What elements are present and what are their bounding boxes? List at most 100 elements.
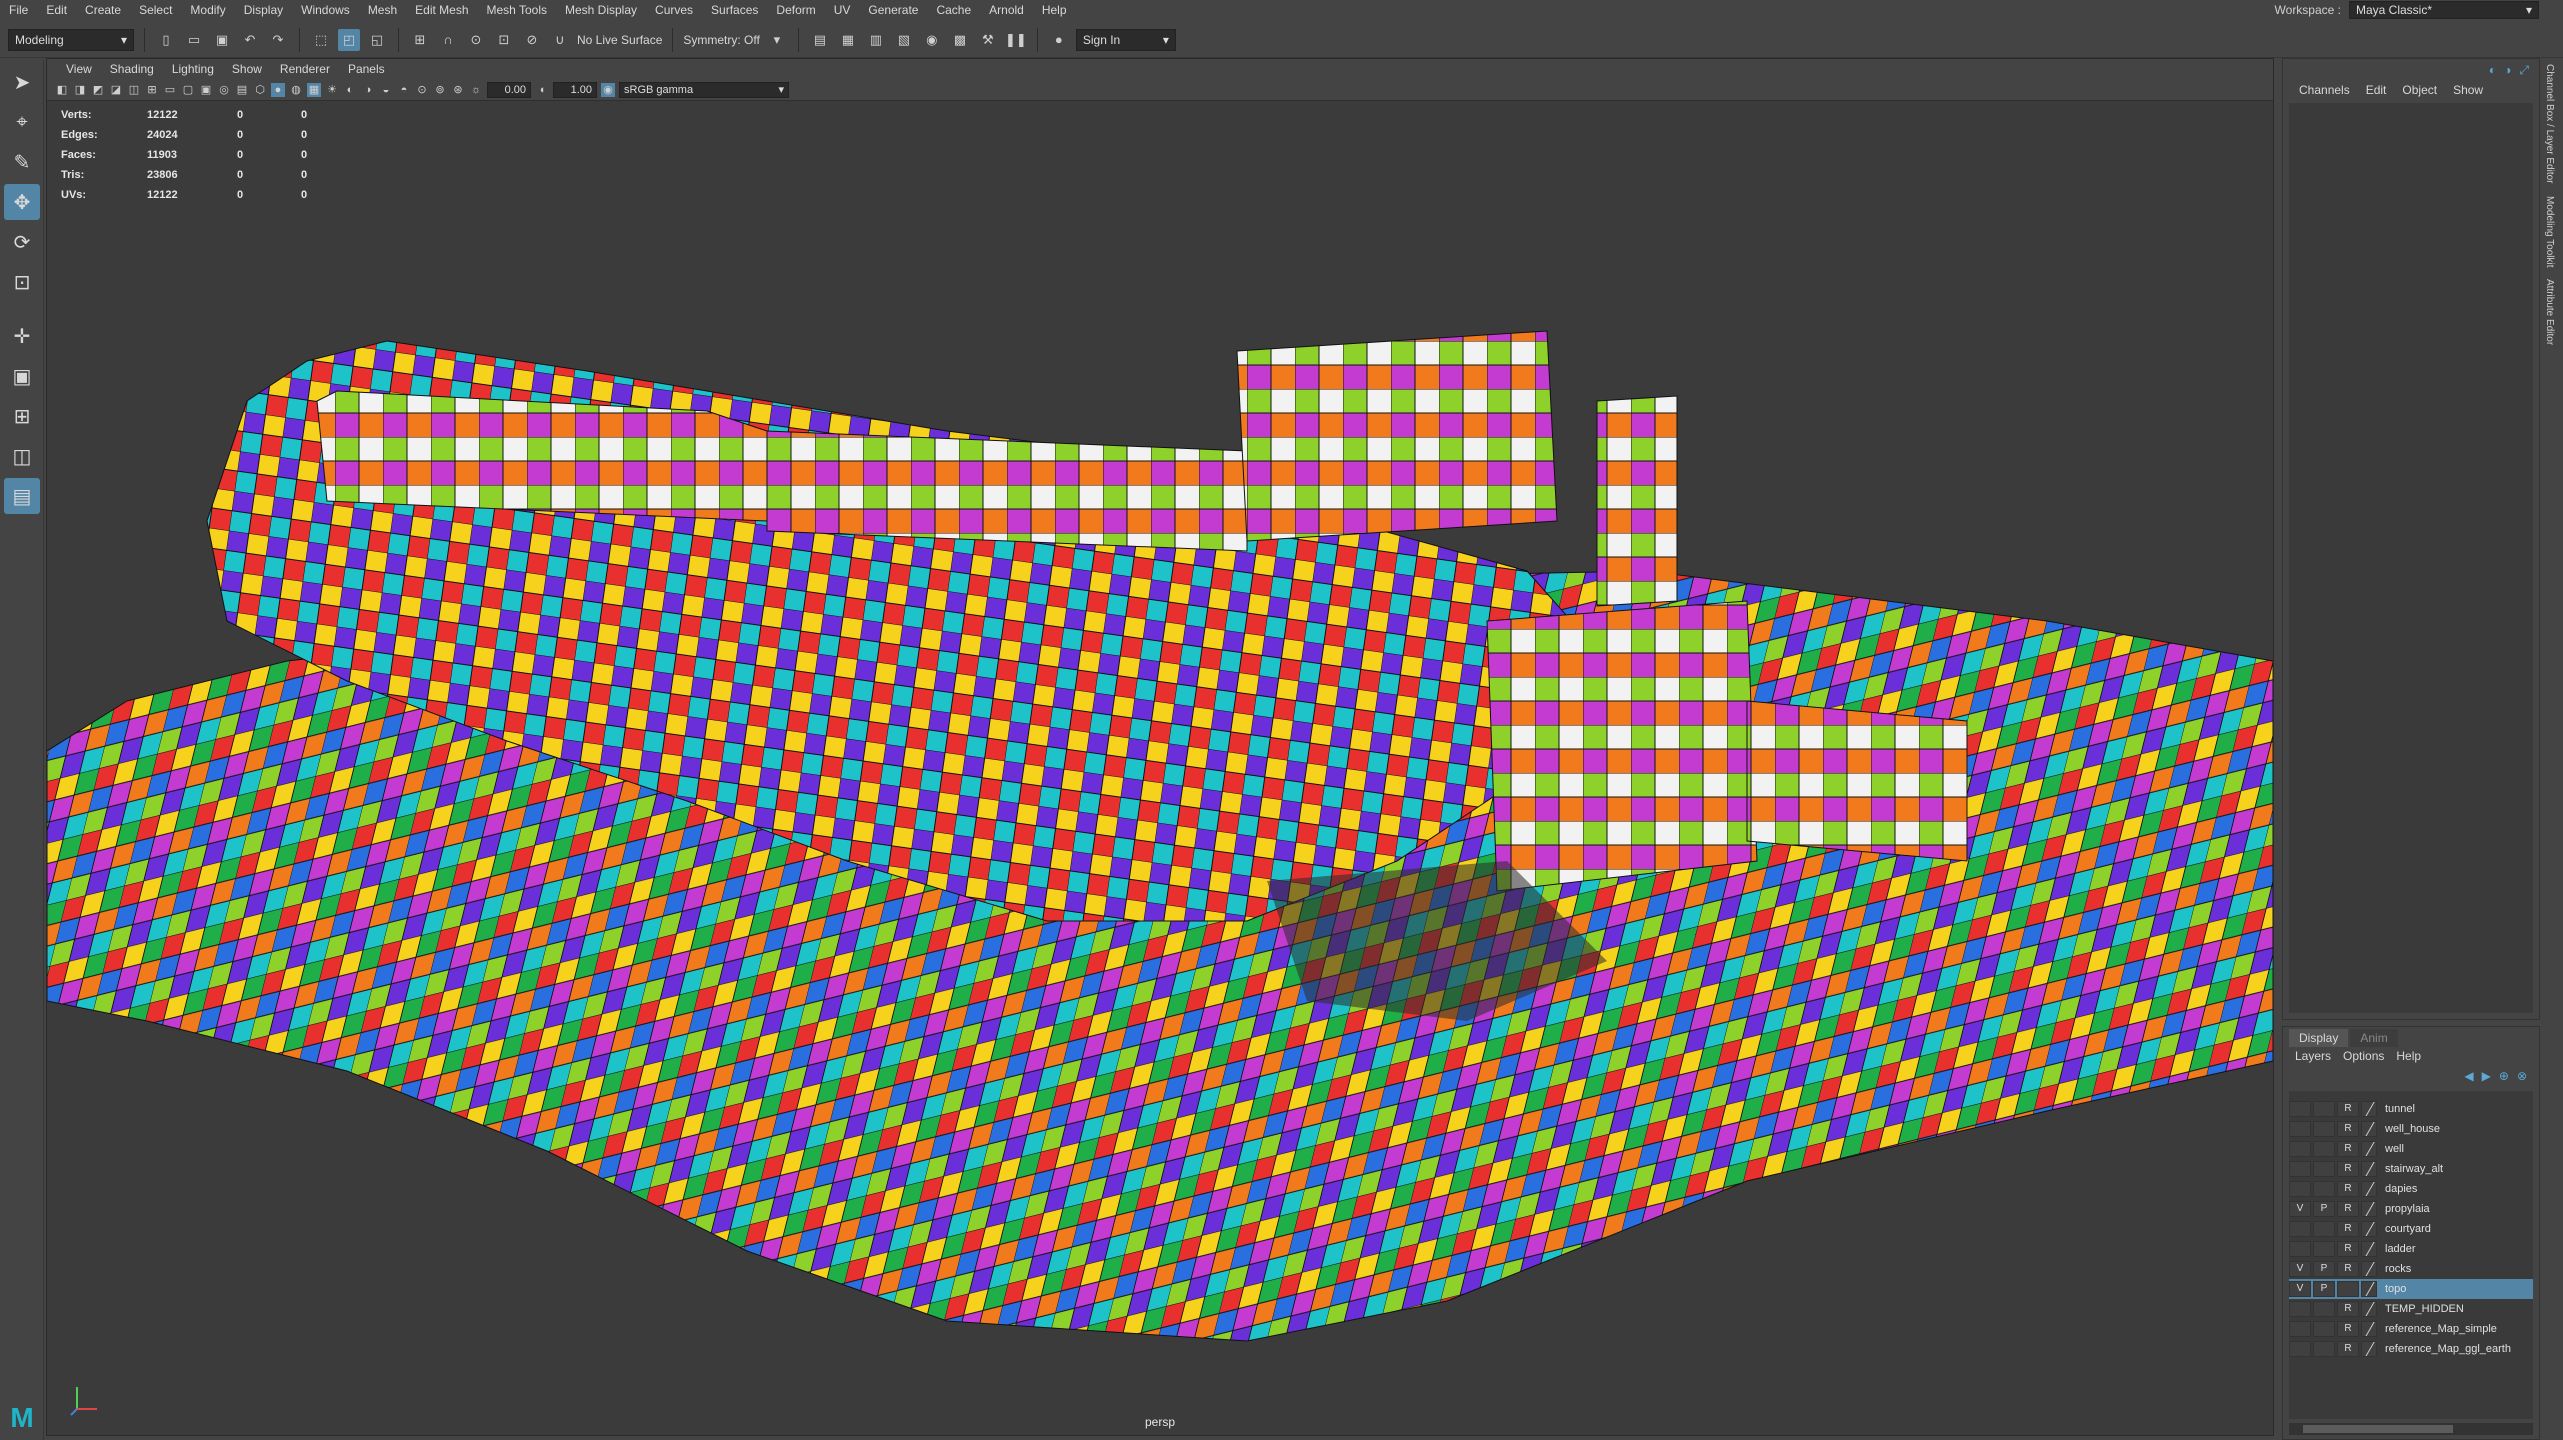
channel-box-toggle-icon[interactable]: ◐ bbox=[2489, 63, 2496, 77]
layer-color-swatch[interactable] bbox=[2361, 1101, 2377, 1117]
side-tab-modeling-toolkit[interactable]: Modeling Toolkit bbox=[2542, 190, 2557, 274]
layer-row[interactable]: V P Rrocks bbox=[2289, 1259, 2533, 1279]
snap-live-icon[interactable]: ⊘ bbox=[521, 29, 543, 51]
layer-display-type-toggle[interactable]: R bbox=[2337, 1141, 2359, 1157]
channel-box-menu-object[interactable]: Object bbox=[2394, 83, 2445, 97]
render-frame-icon[interactable]: ▦ bbox=[837, 29, 859, 51]
menu-display[interactable]: Display bbox=[235, 0, 292, 20]
gate-mask-icon[interactable]: ▣ bbox=[199, 83, 213, 97]
layer-color-swatch[interactable] bbox=[2361, 1181, 2377, 1197]
new-scene-icon[interactable]: ▯ bbox=[155, 29, 177, 51]
layer-visibility-toggle[interactable] bbox=[2289, 1121, 2311, 1137]
layer-color-swatch[interactable] bbox=[2361, 1201, 2377, 1217]
viewport-menu-view[interactable]: View bbox=[57, 62, 101, 76]
tab-anim[interactable]: Anim bbox=[2350, 1029, 2398, 1047]
live-surface-label[interactable]: No Live Surface bbox=[577, 33, 662, 47]
anti-alias-icon[interactable]: ◓ bbox=[397, 83, 411, 97]
two-view-icon[interactable]: ◫ bbox=[4, 438, 40, 474]
outliner-persp-icon[interactable]: ▤ bbox=[4, 478, 40, 514]
layer-display-type-toggle[interactable]: R bbox=[2337, 1221, 2359, 1237]
render-settings-icon[interactable]: ▧ bbox=[893, 29, 915, 51]
layer-playback-toggle[interactable] bbox=[2313, 1101, 2335, 1117]
layer-row[interactable]: Rreference_Map_ggl_earth bbox=[2289, 1339, 2533, 1359]
layer-playback-toggle[interactable]: P bbox=[2313, 1261, 2335, 1277]
snap-point-icon[interactable]: ⊙ bbox=[465, 29, 487, 51]
rotate-tool-icon[interactable]: ⟳ bbox=[4, 224, 40, 260]
layer-visibility-toggle[interactable] bbox=[2289, 1301, 2311, 1317]
viewport-scene[interactable] bbox=[47, 101, 2273, 1435]
snap-curve-icon[interactable]: ∩ bbox=[437, 29, 459, 51]
arnold-render-icon[interactable]: ▩ bbox=[949, 29, 971, 51]
menu-surfaces[interactable]: Surfaces bbox=[702, 0, 767, 20]
layer-playback-toggle[interactable] bbox=[2313, 1321, 2335, 1337]
layer-menu-options[interactable]: Options bbox=[2337, 1049, 2390, 1063]
layer-visibility-toggle[interactable]: V bbox=[2289, 1201, 2311, 1217]
color-space-dropdown[interactable]: sRGB gamma ▾ bbox=[619, 81, 789, 98]
layer-display-type-toggle[interactable]: R bbox=[2337, 1161, 2359, 1177]
layer-visibility-toggle[interactable] bbox=[2289, 1141, 2311, 1157]
attribute-editor-toggle-icon[interactable]: ◑ bbox=[2504, 63, 2511, 77]
layer-row[interactable]: Rcourtyard bbox=[2289, 1219, 2533, 1239]
layer-visibility-toggle[interactable] bbox=[2289, 1221, 2311, 1237]
layer-playback-toggle[interactable] bbox=[2313, 1161, 2335, 1177]
layer-visibility-toggle[interactable] bbox=[2289, 1241, 2311, 1257]
motion-blur-icon[interactable]: ◒ bbox=[379, 83, 393, 97]
scale-tool-icon[interactable]: ⊡ bbox=[4, 264, 40, 300]
open-scene-icon[interactable]: ▭ bbox=[183, 29, 205, 51]
menu-select[interactable]: Select bbox=[130, 0, 181, 20]
sign-in-dropdown[interactable]: Sign In ▾ bbox=[1075, 28, 1176, 51]
layer-display-type-toggle[interactable] bbox=[2337, 1281, 2359, 1297]
viewport-menu-panels[interactable]: Panels bbox=[339, 62, 394, 76]
user-icon[interactable]: ● bbox=[1048, 29, 1070, 51]
layer-display-type-toggle[interactable]: R bbox=[2337, 1261, 2359, 1277]
menu-file[interactable]: File bbox=[0, 0, 37, 20]
camera-attr-icon[interactable]: ◫ bbox=[127, 83, 141, 97]
viewport-menu-lighting[interactable]: Lighting bbox=[163, 62, 223, 76]
layer-row[interactable]: V Ptopo bbox=[2289, 1279, 2533, 1299]
field-chart-icon[interactable]: ◎ bbox=[217, 83, 231, 97]
layer-color-swatch[interactable] bbox=[2361, 1341, 2377, 1357]
new-empty-layer-icon[interactable]: ⊕ bbox=[2499, 1069, 2509, 1083]
layer-row[interactable]: Rstairway_alt bbox=[2289, 1159, 2533, 1179]
menu-generate[interactable]: Generate bbox=[859, 0, 927, 20]
layer-row[interactable]: R TEMP_HIDDEN bbox=[2289, 1299, 2533, 1319]
move-tool-icon[interactable]: ✥ bbox=[4, 184, 40, 220]
layer-color-swatch[interactable] bbox=[2361, 1281, 2377, 1297]
bookmark-icon[interactable]: ◩ bbox=[91, 83, 105, 97]
layer-menu-help[interactable]: Help bbox=[2390, 1049, 2427, 1063]
menu-mesh-tools[interactable]: Mesh Tools bbox=[478, 0, 556, 20]
ipr-render-icon[interactable]: ▥ bbox=[865, 29, 887, 51]
color-management-icon[interactable]: ◉ bbox=[601, 82, 615, 97]
layer-display-type-toggle[interactable]: R bbox=[2337, 1341, 2359, 1357]
viewport-panel[interactable]: View Shading Lighting Show Renderer Panels ◧ … bbox=[46, 58, 2274, 1436]
workspace-dropdown[interactable]: Maya Classic* ▾ bbox=[2349, 1, 2539, 19]
layer-display-type-toggle[interactable]: R bbox=[2337, 1321, 2359, 1337]
select-component-icon[interactable]: ◱ bbox=[366, 29, 388, 51]
layer-row[interactable]: Rwell_house bbox=[2289, 1119, 2533, 1139]
undo-icon[interactable]: ↶ bbox=[239, 29, 261, 51]
hypershade-icon[interactable]: ◉ bbox=[921, 29, 943, 51]
layer-playback-toggle[interactable] bbox=[2313, 1341, 2335, 1357]
move-layer-down-icon[interactable]: ▶ bbox=[2482, 1069, 2491, 1083]
layer-color-swatch[interactable] bbox=[2361, 1301, 2377, 1317]
magnet-icon[interactable]: ∪ bbox=[549, 29, 571, 51]
menu-modify[interactable]: Modify bbox=[181, 0, 234, 20]
pause-icon[interactable]: ❚❚ bbox=[1005, 29, 1027, 51]
snap-view-plane-icon[interactable]: ⊡ bbox=[493, 29, 515, 51]
layer-color-swatch[interactable] bbox=[2361, 1261, 2377, 1277]
layer-playback-toggle[interactable] bbox=[2313, 1121, 2335, 1137]
single-view-icon[interactable]: ▣ bbox=[4, 358, 40, 394]
wireframe-on-shaded-icon[interactable]: ◍ bbox=[289, 83, 303, 97]
layer-visibility-toggle[interactable] bbox=[2289, 1321, 2311, 1337]
layer-visibility-toggle[interactable] bbox=[2289, 1101, 2311, 1117]
xray-joints-icon[interactable]: ⊛ bbox=[451, 83, 465, 97]
select-object-icon[interactable]: ◰ bbox=[338, 28, 360, 51]
film-gate-icon[interactable]: ▭ bbox=[163, 83, 177, 97]
layer-row[interactable]: Rwell bbox=[2289, 1139, 2533, 1159]
menu-cache[interactable]: Cache bbox=[927, 0, 980, 20]
layer-display-type-toggle[interactable]: R bbox=[2337, 1241, 2359, 1257]
exposure-field[interactable]: 0.00 bbox=[487, 81, 531, 98]
redo-icon[interactable]: ↷ bbox=[267, 29, 289, 51]
select-hierarchy-icon[interactable]: ⬚ bbox=[310, 29, 332, 51]
layer-color-swatch[interactable] bbox=[2361, 1161, 2377, 1177]
